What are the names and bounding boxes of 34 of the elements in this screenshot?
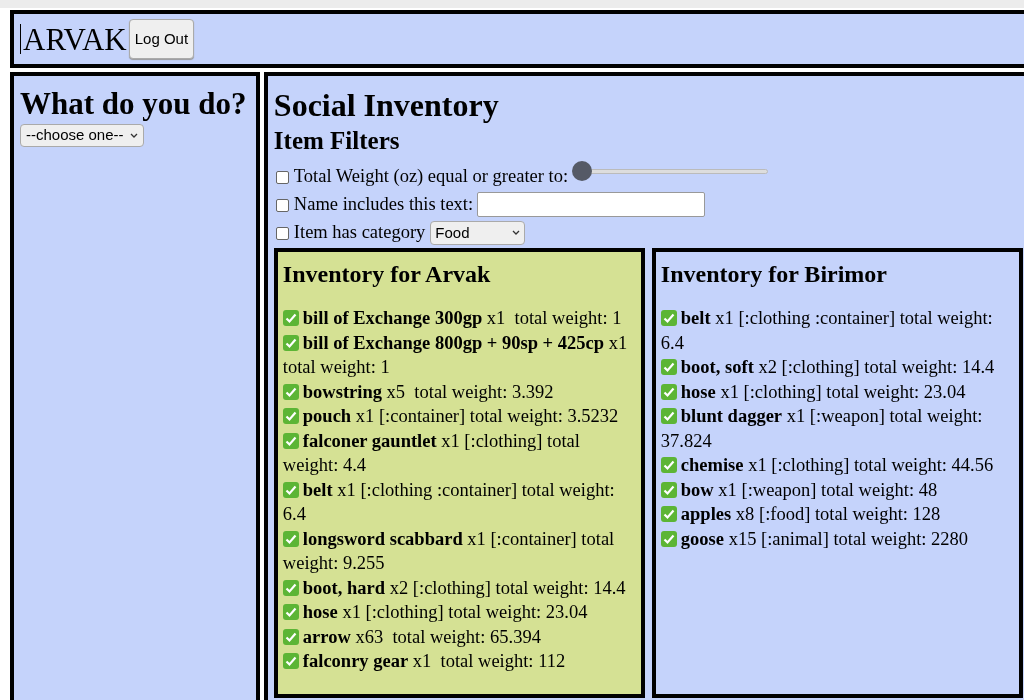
user-name: ARVAK	[23, 23, 127, 55]
action-select[interactable]: --choose one--	[20, 124, 144, 147]
inventory-item: hose x1 [:clothing] total weight: 23.04	[680, 381, 966, 402]
filter-label: Total Weight (oz) equal or greater to:	[293, 165, 569, 188]
inventory-item: bowstring x5 total weight: 3.392	[302, 381, 554, 402]
name-input-field[interactable]	[477, 191, 706, 217]
inventory-item: pouch x1 [:container] total weight: 3.5232	[302, 406, 619, 426]
inventory-item: chemise x1 [:clothing] total weight: 44.56	[680, 455, 994, 475]
sidebar-title: What do you do?	[20, 88, 248, 120]
text-cursor	[20, 24, 21, 54]
inventory-item: bill of Exchange 300gp x1 total weight: 1	[302, 308, 622, 328]
inventory-item: boot, hard x2 [:clothing] total weight: 14.4	[302, 577, 626, 598]
logout-button[interactable]: Log Out	[128, 19, 195, 59]
filter-label: Item has category	[293, 221, 426, 244]
inventory-item: bow x1 [:weapon] total weight: 48	[680, 479, 938, 500]
page-title: Social Inventory	[273, 88, 500, 122]
chevron-down-icon	[129, 132, 138, 139]
checkbox[interactable]	[275, 226, 289, 240]
inventory-item: goose x15 [:animal] total weight: 2280	[680, 528, 969, 549]
inventory-title: Inventory for Arvak	[282, 260, 492, 288]
chevron-down-icon	[512, 230, 521, 236]
inventory-item: boot, soft x2 [:clothing] total weight: 14.4	[680, 357, 995, 377]
checkbox[interactable]	[275, 170, 289, 184]
section-title: Item Filters	[273, 126, 401, 156]
checkbox[interactable]	[275, 198, 289, 212]
category-select[interactable]: Food	[430, 221, 526, 245]
inventory-item: arrow x63 total weight: 65.394	[302, 626, 541, 647]
filter-label: Name includes this text:	[293, 193, 474, 216]
weight-slider[interactable]	[572, 161, 769, 181]
slider-thumb[interactable]	[572, 161, 593, 181]
inventory-item: falconry gear x1 total weight: 112	[302, 651, 566, 671]
inventory-title: Inventory for Birimor	[660, 260, 888, 288]
inventory-item: hose x1 [:clothing] total weight: 23.04	[302, 602, 588, 622]
inventory-item: apples x8 [:food] total weight: 128	[680, 504, 941, 524]
